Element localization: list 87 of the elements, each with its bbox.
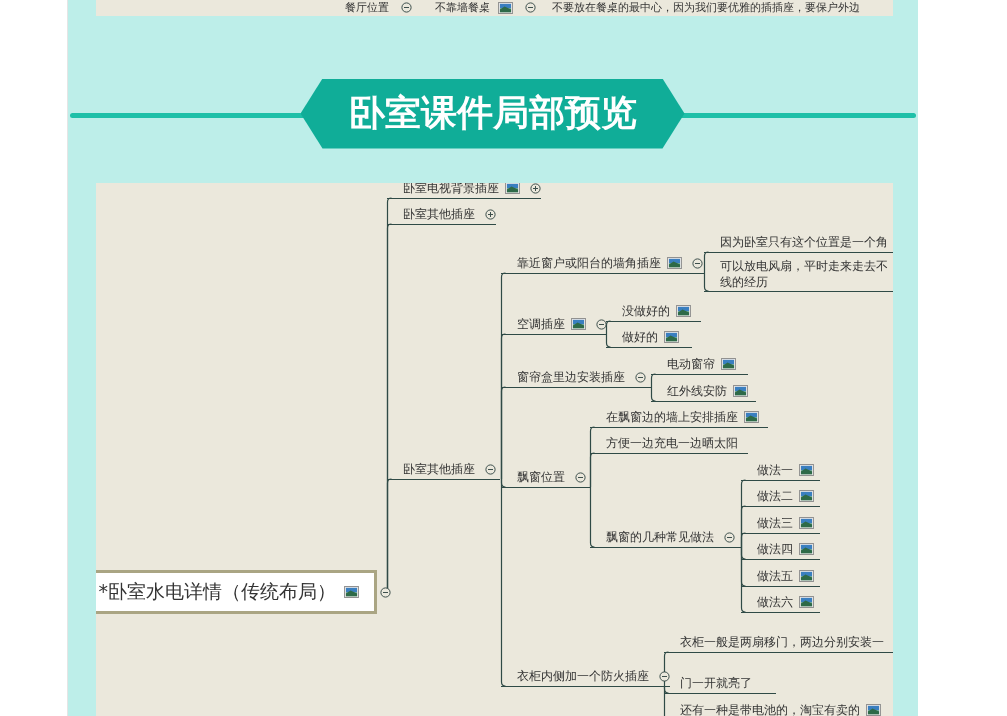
topic-text: 飘窗的几种常见做法: [605, 529, 714, 545]
topic-text: 做法四: [756, 541, 793, 557]
image-icon[interactable]: [666, 257, 682, 269]
banner-title: 卧室课件局部预览: [348, 91, 637, 135]
topic-text: 衣柜一般是两扇移门，两边分别安装一: [679, 634, 884, 650]
topic-text: 卧室电视背景插座: [402, 183, 499, 196]
topic-text: 可以放电风扇，平时走来走去不 线的经历: [719, 258, 888, 290]
topic-node[interactable]: 因为卧室只有这个位置是一个角: [703, 232, 893, 253]
image-icon[interactable]: [798, 543, 814, 555]
topic-text: 衣柜内侧加一个防火插座: [516, 668, 649, 684]
topic-text: 做法一: [756, 462, 793, 478]
topic-node[interactable]: 还有一种是带电池的，淘宝有卖的: [663, 700, 893, 716]
topic-text: 靠近窗户或阳台的墙角插座: [516, 255, 661, 271]
collapse-icon[interactable]: [634, 371, 646, 383]
image-icon[interactable]: [675, 305, 691, 317]
topic-text: 方便一边充电一边晒太阳: [605, 435, 738, 451]
topic-node[interactable]: 做法一: [740, 460, 820, 481]
image-icon[interactable]: [344, 586, 359, 598]
image-icon[interactable]: [720, 358, 736, 370]
topic-text: 没做好的: [621, 303, 670, 319]
topic-node[interactable]: 卧室电视背景插座: [386, 183, 541, 199]
topic-node[interactable]: 没做好的: [605, 301, 701, 322]
collapse-icon[interactable]: [723, 531, 735, 543]
topic-node[interactable]: 卧室其他插座: [386, 459, 500, 480]
topic-node[interactable]: 可以放电风扇，平时走来走去不 线的经历: [703, 258, 893, 292]
image-icon[interactable]: [798, 464, 814, 476]
collapse-icon[interactable]: [691, 257, 703, 269]
image-icon[interactable]: [732, 385, 748, 397]
collapse-icon[interactable]: [595, 318, 607, 330]
topic-node[interactable]: 在飘窗边的墙上安排插座: [589, 407, 768, 428]
topic-text: 做法五: [756, 568, 793, 584]
topic-text: 因为卧室只有这个位置是一个角: [719, 234, 888, 250]
topic-node[interactable]: 靠近窗户或阳台的墙角插座: [500, 253, 704, 274]
topic-text: 门一开就亮了: [679, 675, 752, 691]
topic-node[interactable]: 门一开就亮了: [663, 673, 776, 694]
image-icon[interactable]: [663, 331, 679, 343]
topic-text: 空调插座: [516, 316, 565, 332]
collapse-icon[interactable]: [484, 463, 496, 475]
topic-node[interactable]: 卧室其他插座: [386, 204, 496, 225]
topic-text: 做法二: [756, 488, 793, 504]
topic-node[interactable]: 电动窗帘: [650, 354, 748, 375]
collapse-icon[interactable]: [379, 587, 391, 598]
topic-text: 红外线安防: [666, 383, 727, 399]
collapse-icon[interactable]: [524, 2, 536, 13]
topic-node[interactable]: 衣柜一般是两扇移门，两边分别安装一: [663, 632, 893, 653]
image-icon[interactable]: [798, 570, 814, 582]
image-icon[interactable]: [798, 517, 814, 529]
expand-icon[interactable]: [484, 208, 496, 220]
topic-node[interactable]: 飘窗的几种常见做法: [589, 527, 741, 548]
topic-node[interactable]: 做好的: [605, 327, 692, 348]
topic-text: *卧室水电详情（传统布局）: [98, 579, 336, 604]
image-icon[interactable]: [743, 411, 759, 423]
collapse-icon[interactable]: [658, 670, 670, 682]
image-icon[interactable]: [798, 596, 814, 608]
topic-node[interactable]: 窗帘盒里边安装插座: [500, 367, 651, 388]
topic-text: 做法六: [756, 594, 793, 610]
topic-node[interactable]: 衣柜内侧加一个防火插座: [500, 666, 670, 687]
topic-node[interactable]: 方便一边充电一边晒太阳: [589, 433, 748, 454]
topic-text: 飘窗位置: [516, 469, 565, 485]
topic-text: 卧室其他插座: [402, 461, 475, 477]
topic-text: 在飘窗边的墙上安排插座: [605, 409, 738, 425]
topic-text: 做好的: [621, 329, 658, 345]
node-text: 餐厅位置: [344, 1, 389, 14]
collapse-icon[interactable]: [400, 2, 412, 13]
topic-node[interactable]: 做法六: [740, 592, 820, 613]
topic-node[interactable]: 飘窗位置: [500, 467, 590, 488]
node-text: 不靠墙餐桌: [434, 1, 490, 14]
image-icon[interactable]: [570, 318, 586, 330]
topic-text: 还有一种是带电池的，淘宝有卖的: [679, 702, 860, 716]
topic-text: 卧室其他插座: [402, 206, 475, 222]
topic-node[interactable]: 红外线安防: [650, 381, 756, 402]
topic-node[interactable]: 空调插座: [500, 314, 607, 335]
image-icon[interactable]: [504, 183, 520, 194]
topic-node[interactable]: 做法三: [740, 513, 820, 534]
central-topic[interactable]: *卧室水电详情（传统布局）: [95, 570, 377, 614]
topic-node[interactable]: 做法二: [740, 486, 820, 507]
image-icon[interactable]: [865, 704, 881, 716]
topic-text: 做法三: [756, 515, 793, 531]
collapse-icon[interactable]: [574, 471, 586, 483]
image-icon[interactable]: [798, 490, 814, 502]
topic-node[interactable]: 做法五: [740, 566, 820, 587]
expand-icon[interactable]: [529, 183, 541, 194]
node-text: 不要放在餐桌的最中心，因为我们要优雅的插插座，要保户外边: [551, 1, 860, 14]
image-icon[interactable]: [497, 1, 513, 14]
topic-text: 窗帘盒里边安装插座: [516, 369, 625, 385]
topic-node[interactable]: 做法四: [740, 539, 820, 560]
topic-text: 电动窗帘: [666, 356, 715, 372]
